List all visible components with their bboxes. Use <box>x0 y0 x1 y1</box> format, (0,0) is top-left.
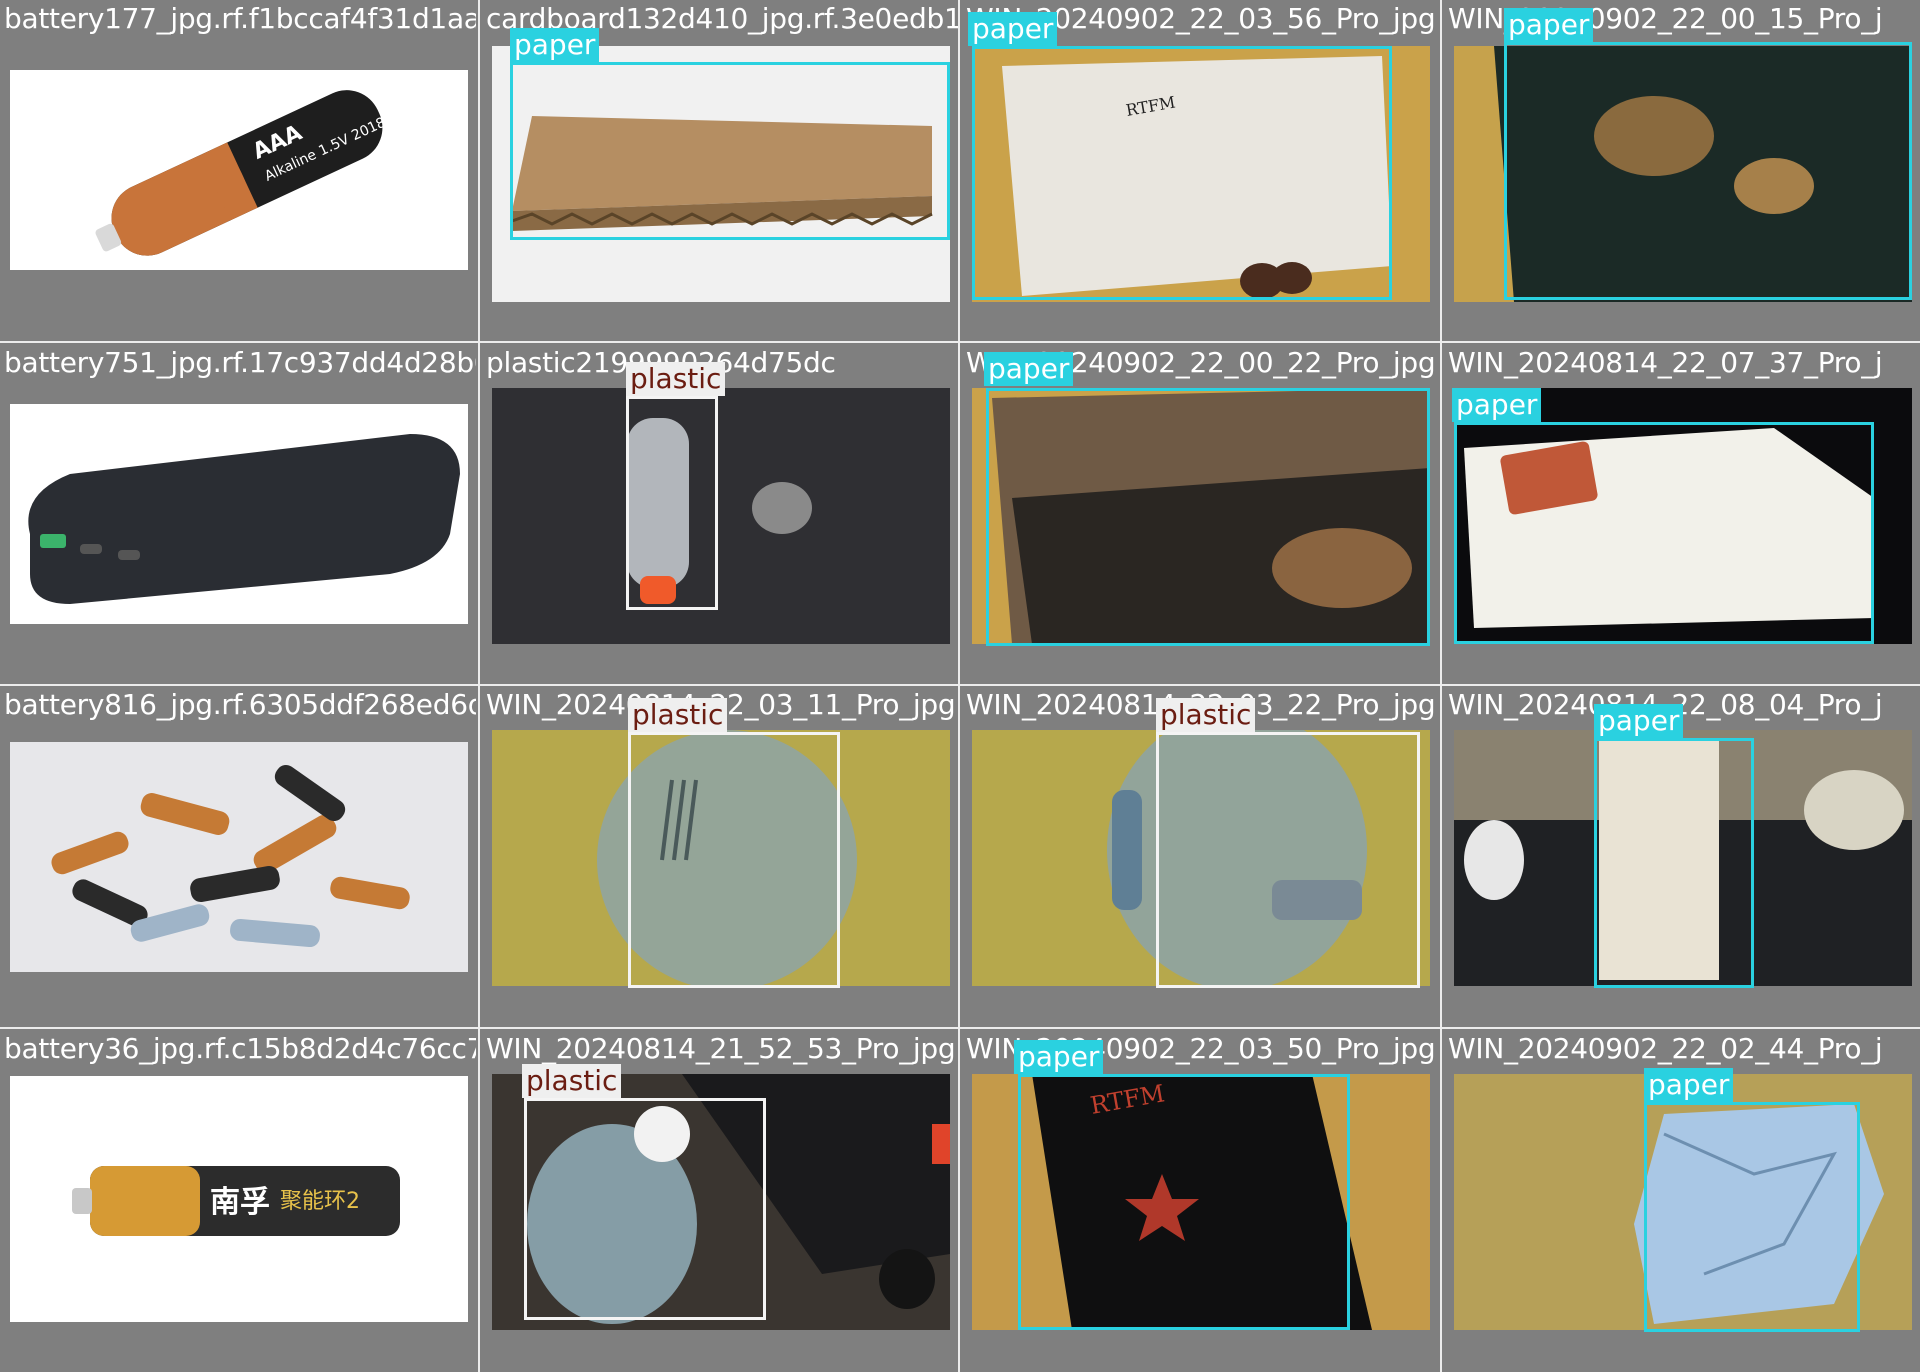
bounding-box <box>1454 422 1874 644</box>
tile-10: plastic WIN_20240814_22_03_11_Pro_jpg.rf <box>482 686 958 1025</box>
tile-1: AAA Alkaline 1.5V 2018 battery177_jpg.rf… <box>0 0 476 339</box>
detection-label: plastic <box>1156 698 1256 732</box>
grid-divider <box>0 684 1920 686</box>
detection-grid: AAA Alkaline 1.5V 2018 battery177_jpg.rf… <box>0 0 1920 1372</box>
photo-aa-battery: 南孚 聚能环2 <box>10 1076 468 1322</box>
detection-label: paper <box>968 12 1058 46</box>
tile-11: plastic WIN_20240814_22_03_22_Pro_jpg.rf <box>962 686 1438 1025</box>
tile-8: paper WIN_20240814_22_07_37_Pro_j <box>1444 344 1920 683</box>
grid-divider <box>0 341 1920 343</box>
detection-label: paper <box>1644 1068 1734 1102</box>
bounding-box <box>626 396 718 610</box>
tile-title: battery751_jpg.rf.17c937dd4d28b03c326139… <box>4 346 476 379</box>
bounding-box <box>1156 732 1420 988</box>
detection-label: plastic <box>522 1064 622 1098</box>
bounding-box <box>524 1098 766 1320</box>
grid-divider <box>1440 0 1442 1372</box>
svg-text:南孚: 南孚 <box>210 1185 270 1220</box>
svg-text:聚能环2: 聚能环2 <box>280 1189 360 1214</box>
detection-label: paper <box>1594 704 1684 738</box>
tile-9: battery816_jpg.rf.6305ddf268ed6d7WIN_202… <box>0 686 476 1025</box>
tile-title: battery816_jpg.rf.6305ddf268ed6d7WIN_202… <box>4 688 476 721</box>
detection-label: paper <box>1504 8 1594 42</box>
tile-4: paper WIN_20240902_22_00_15_Pro_j <box>1444 0 1920 339</box>
detection-label: paper <box>984 352 1074 386</box>
detection-label: paper <box>1452 388 1542 422</box>
bounding-box <box>972 46 1392 300</box>
grid-divider <box>478 0 480 1372</box>
tile-13: 南孚 聚能环2 battery36_jpg.rf.c15b8d2d4c76cc7… <box>0 1030 476 1369</box>
tile-3: RTFM paper WIN_20240902_22_03_56_Pro_jpg… <box>962 0 1438 339</box>
tile-7: paper WIN_20240902_22_00_22_Pro_jpg.rf <box>962 344 1438 683</box>
tile-title: WIN_20240902_22_02_44_Pro_j <box>1448 1032 1883 1065</box>
photo-bottle-and-steel-wool <box>492 388 950 644</box>
tile-title: WIN_20240814_22_07_37_Pro_j <box>1448 346 1883 379</box>
tile-15: RTFM paper WIN_20240902_22_03_50_Pro_jpg… <box>962 1030 1438 1369</box>
grid-divider <box>958 0 960 1372</box>
bounding-box <box>1504 42 1912 300</box>
bounding-box <box>986 388 1430 646</box>
bounding-box <box>1018 1074 1350 1330</box>
tile-title: battery177_jpg.rf.f1bccaf4f31d1aa59d0132… <box>4 2 476 35</box>
tile-5: battery751_jpg.rf.17c937dd4d28b03c326139… <box>0 344 476 683</box>
tile-6: plastic plastic2199990264d75dc <box>482 344 958 683</box>
tile-14: plastic WIN_20240814_21_52_53_Pro_jpg.rf <box>482 1030 958 1369</box>
detection-label: paper <box>1014 1040 1104 1074</box>
tile-16: paper WIN_20240902_22_02_44_Pro_j <box>1444 1030 1920 1369</box>
detection-label: plastic <box>626 362 726 396</box>
grid-divider <box>0 1027 1920 1029</box>
photo-power-bank <box>10 404 468 624</box>
bounding-box <box>1594 738 1754 988</box>
tile-2: paper cardboard132d410_jpg.rf.3e0edb1c1f… <box>482 0 958 339</box>
bounding-box <box>510 62 950 240</box>
detection-label: plastic <box>628 698 728 732</box>
tile-title: battery36_jpg.rf.c15b8d2d4c76cc7WIN_2024… <box>4 1032 476 1065</box>
tile-title: WIN_20240814_21_52_53_Pro_jpg.rf <box>486 1032 958 1065</box>
tile-12: paper WIN_20240814_22_08_04_Pro_j <box>1444 686 1920 1025</box>
bounding-box <box>1644 1102 1860 1332</box>
photo-battery-pile <box>10 742 468 972</box>
detection-label: paper <box>510 28 600 62</box>
photo-aaa-battery: AAA Alkaline 1.5V 2018 <box>10 70 468 270</box>
bounding-box <box>628 732 840 988</box>
